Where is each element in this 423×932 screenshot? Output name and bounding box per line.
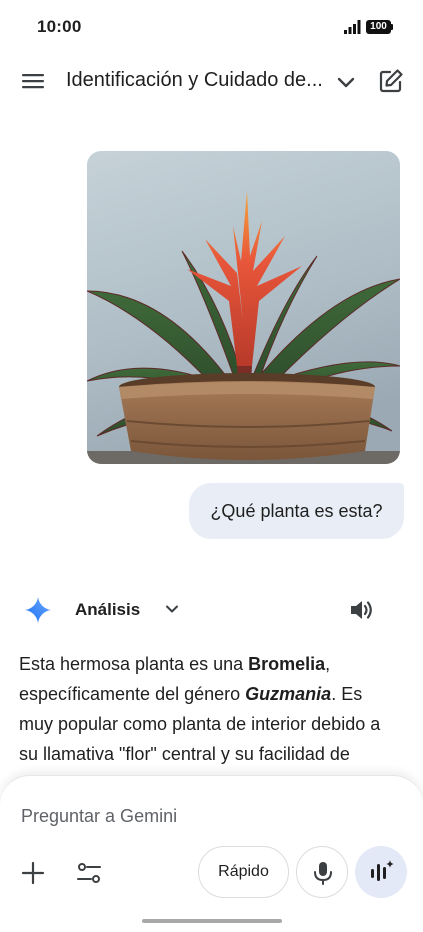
- response-text: Esta hermosa planta es una Bromelia, esp…: [19, 649, 399, 769]
- response-mode-label[interactable]: Análisis: [75, 600, 140, 620]
- response-bold-plant-name: Bromelia: [248, 654, 326, 674]
- mic-icon: [314, 862, 332, 885]
- response-header: Análisis: [0, 590, 423, 630]
- live-button[interactable]: [355, 846, 407, 898]
- edit-icon[interactable]: [378, 68, 404, 94]
- battery-level: 100: [370, 21, 387, 32]
- composer-panel: Preguntar a Gemini Rápido: [0, 775, 423, 932]
- signal-icon: [344, 20, 361, 34]
- response-text-part: Esta hermosa planta es una: [19, 654, 249, 674]
- uploaded-plant-image[interactable]: [87, 151, 400, 464]
- chevron-down-icon[interactable]: [162, 599, 182, 619]
- mic-button[interactable]: [296, 846, 348, 898]
- speaker-icon[interactable]: [349, 598, 375, 622]
- status-bar: 10:00 100: [0, 0, 423, 54]
- tools-icon[interactable]: [76, 860, 102, 886]
- user-message-bubble[interactable]: ¿Qué planta es esta?: [189, 483, 404, 539]
- gemini-icon: [25, 597, 51, 623]
- battery-icon: 100: [366, 20, 393, 34]
- live-icon: [371, 860, 394, 881]
- prompt-input[interactable]: Preguntar a Gemini: [21, 806, 177, 827]
- menu-icon[interactable]: [21, 69, 45, 93]
- plus-icon[interactable]: [20, 860, 46, 886]
- chat-title[interactable]: Identificación y Cuidado de...: [66, 67, 328, 93]
- chevron-down-icon[interactable]: [334, 70, 358, 94]
- model-mode-button[interactable]: Rápido: [198, 846, 289, 898]
- response-genus-name: Guzmania: [245, 684, 332, 704]
- status-time: 10:00: [37, 17, 82, 36]
- app-bar: Identificación y Cuidado de...: [0, 54, 423, 106]
- home-indicator[interactable]: [142, 919, 282, 923]
